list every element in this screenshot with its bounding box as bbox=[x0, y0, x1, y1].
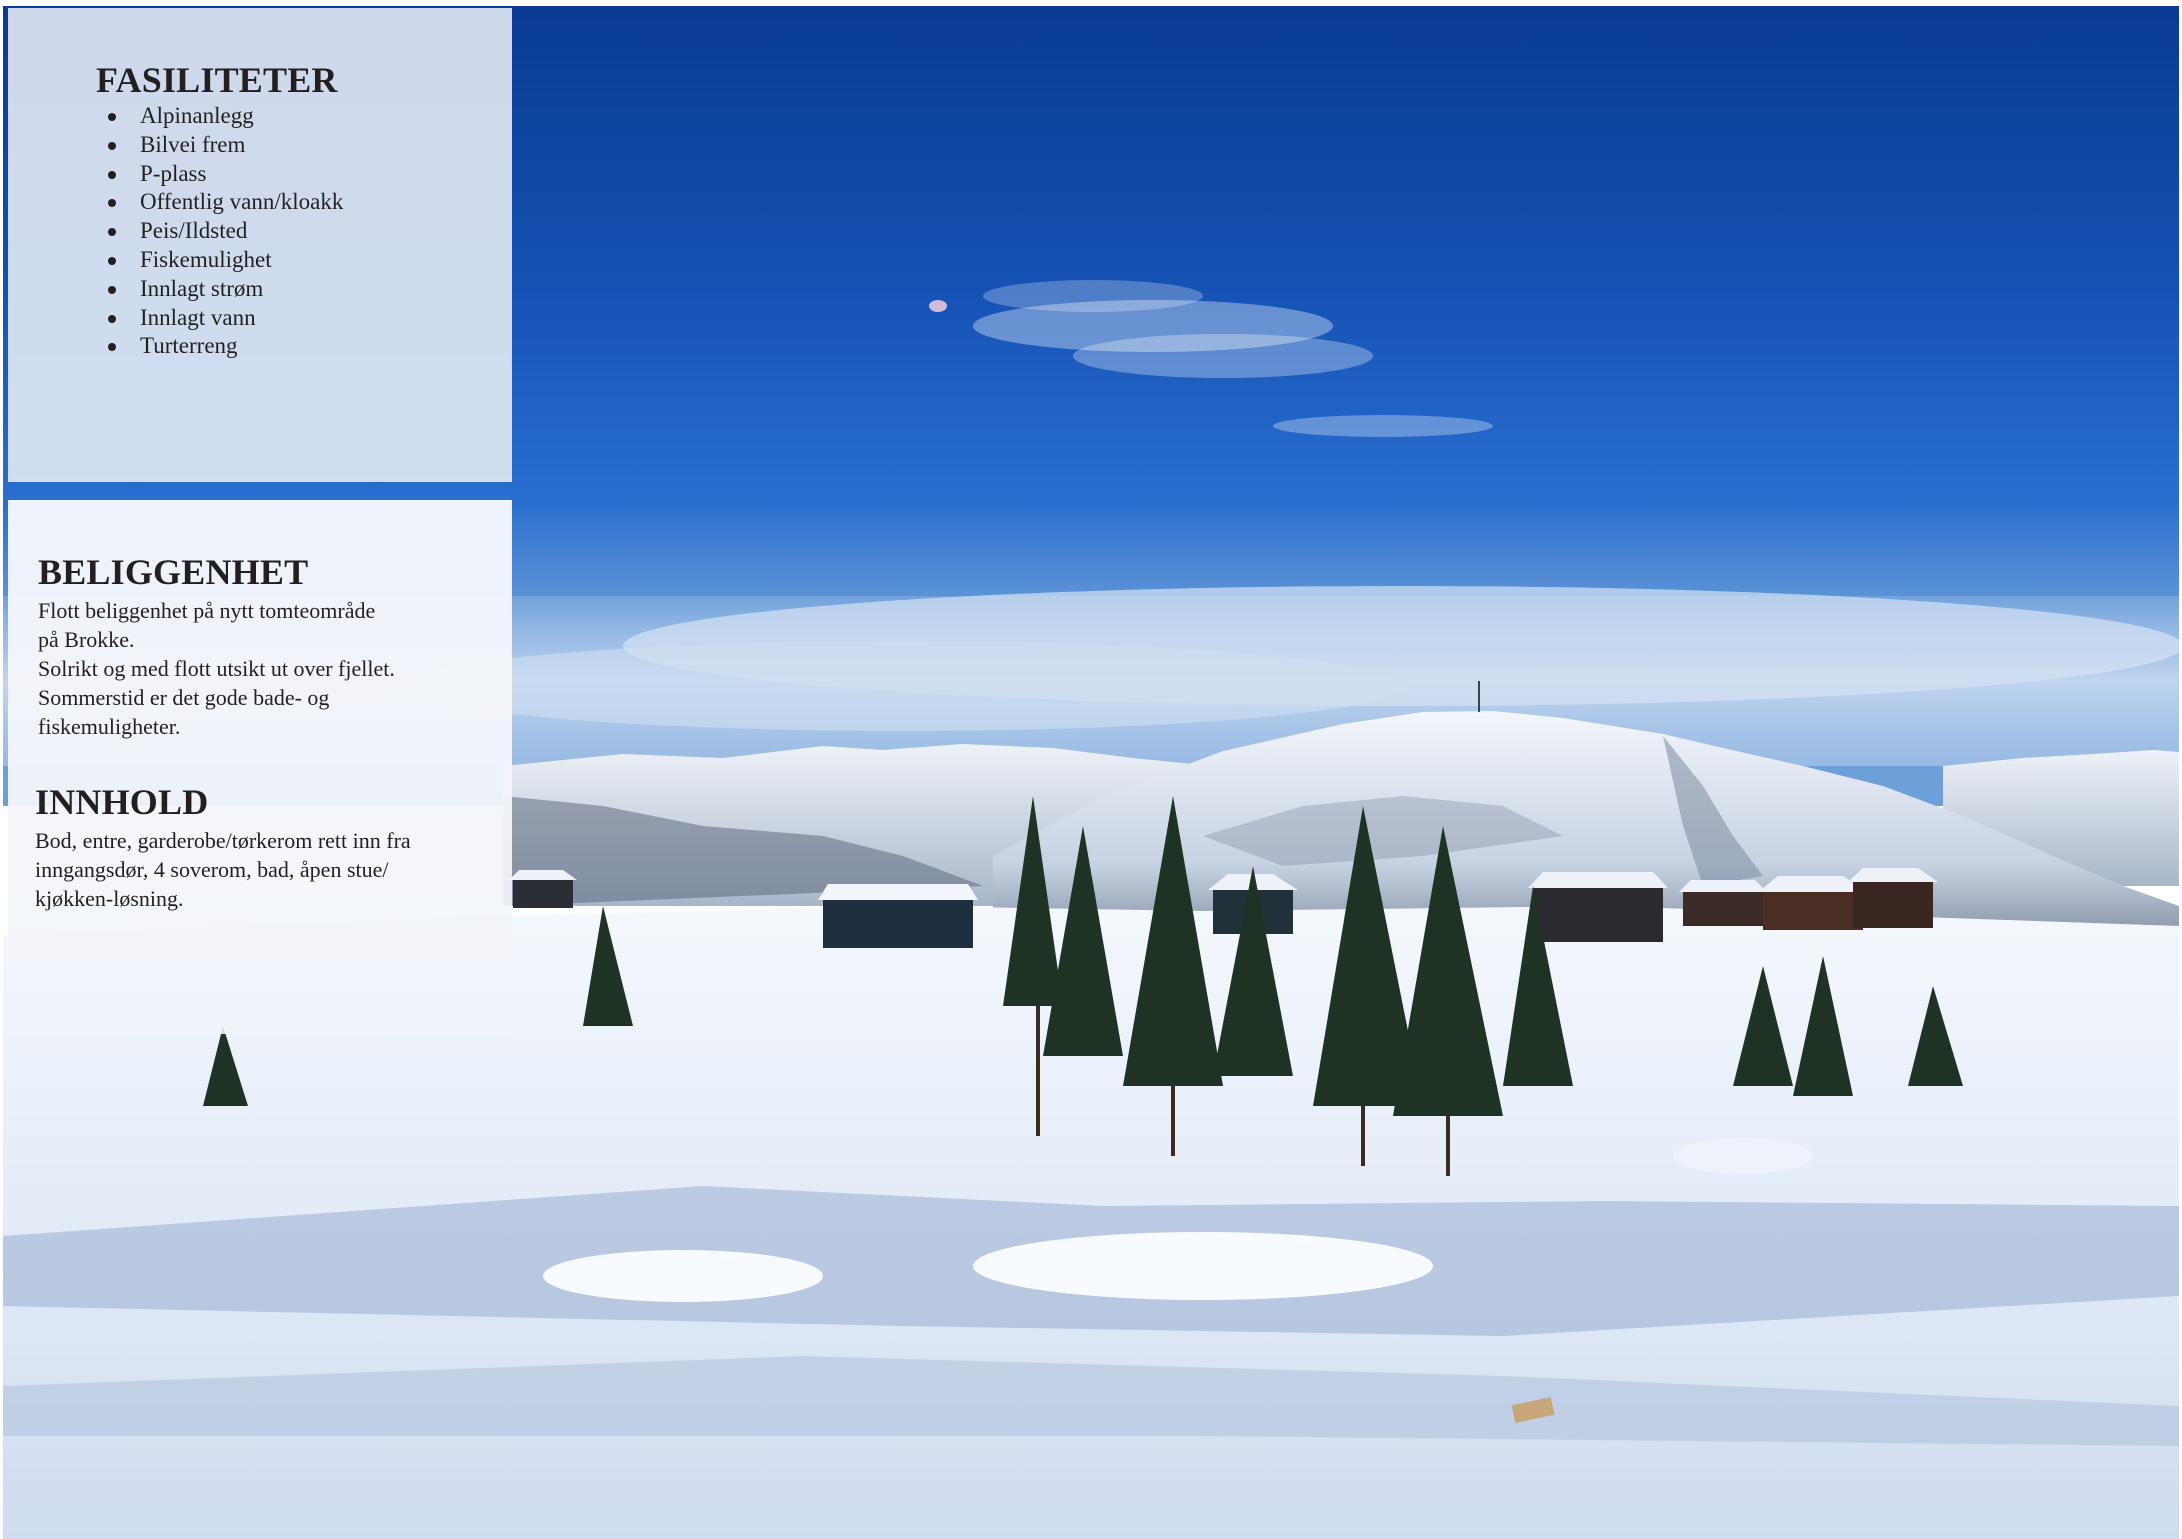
list-item: Turterreng bbox=[96, 332, 512, 361]
info-panel: BELIGGENHET Flott beliggenhet på nytt to… bbox=[8, 500, 512, 1034]
list-item: Bilvei frem bbox=[96, 131, 512, 160]
text-line: Sommerstid er det gode bade- og bbox=[38, 685, 330, 710]
contents-title: INNHOLD bbox=[35, 782, 209, 822]
text-line: inngangsdør, 4 soverom, bad, åpen stue/ bbox=[35, 857, 389, 882]
list-item: Fiskemulighet bbox=[96, 246, 512, 275]
text-line: Solrikt og med flott utsikt ut over fjel… bbox=[38, 656, 395, 681]
facilities-title: FASILITETER bbox=[96, 60, 338, 100]
text-line: fiskemuligheter. bbox=[38, 714, 181, 739]
text-line: Flott beliggenhet på nytt tomteområde bbox=[38, 598, 376, 623]
contents-text: Bod, entre, garderobe/tørkerom rett inn … bbox=[35, 826, 485, 913]
list-item: Innlagt vann bbox=[96, 304, 512, 333]
text-line: kjøkken-løsning. bbox=[35, 886, 184, 911]
text-line: Bod, entre, garderobe/tørkerom rett inn … bbox=[35, 828, 411, 853]
text-line: på Brokke. bbox=[38, 627, 135, 652]
list-item: Offentlig vann/kloakk bbox=[96, 188, 512, 217]
list-item: Peis/Ildsted bbox=[96, 217, 512, 246]
list-item: Alpinanlegg bbox=[96, 102, 512, 131]
list-item: P-plass bbox=[96, 160, 512, 189]
facilities-list: Alpinanlegg Bilvei frem P-plass Offentli… bbox=[96, 102, 512, 361]
list-item: Innlagt strøm bbox=[96, 275, 512, 304]
facilities-panel: FASILITETER Alpinanlegg Bilvei frem P-pl… bbox=[8, 8, 512, 482]
location-text: Flott beliggenhet på nytt tomteområde på… bbox=[38, 596, 478, 741]
location-title: BELIGGENHET bbox=[38, 552, 309, 592]
